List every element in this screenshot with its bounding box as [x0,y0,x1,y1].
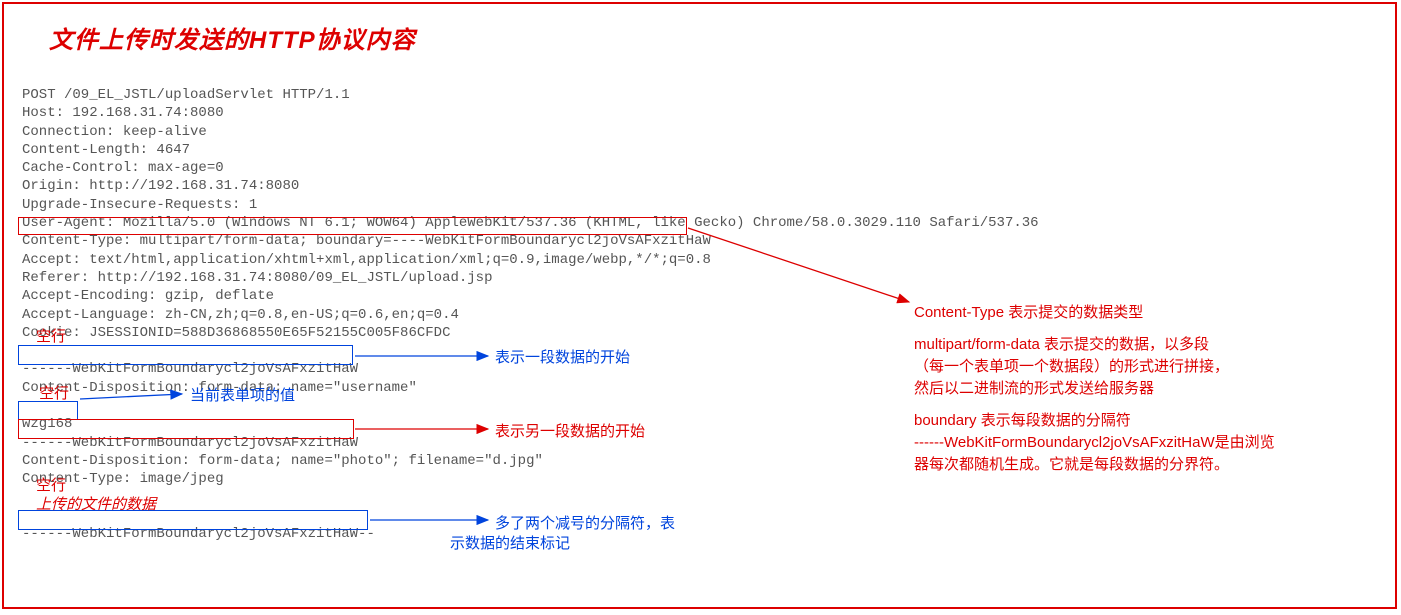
label-start-another: 表示另一段数据的开始 [495,420,645,441]
note-content-type: Content-Type 表示提交的数据类型 [914,302,1275,324]
label-blank-1: 空行 [36,325,66,346]
label-blank-2: 空行 [39,382,69,403]
document-container: 文件上传时发送的HTTP协议内容 POST /09_EL_JSTL/upload… [2,2,1397,609]
label-end-marker-l1: 多了两个减号的分隔符，表 [495,512,675,533]
document-title: 文件上传时发送的HTTP协议内容 [4,4,1395,55]
label-file-data: 上传的文件的数据 [36,493,156,514]
label-blank-3: 空行 [36,474,66,495]
label-start-segment: 表示一段数据的开始 [495,346,630,367]
label-form-value: 当前表单项的值 [190,384,295,405]
label-end-marker-l2: 示数据的结束标记 [450,532,570,553]
right-notes: Content-Type 表示提交的数据类型 multipart/form-da… [914,302,1275,486]
http-raw: POST /09_EL_JSTL/uploadServlet HTTP/1.1 … [22,86,1039,543]
note-boundary: boundary 表示每段数据的分隔符 ------WebKitFormBoun… [914,410,1275,476]
note-multipart: multipart/form-data 表示提交的数据，以多段 （每一个表单项一… [914,334,1275,400]
